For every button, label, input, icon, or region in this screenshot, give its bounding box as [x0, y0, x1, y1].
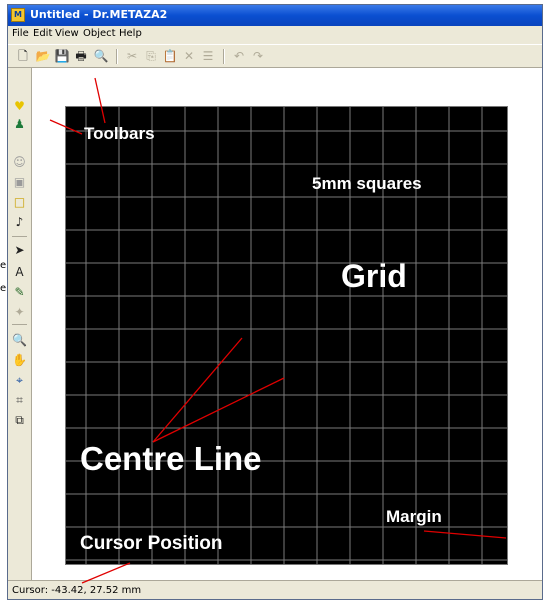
layers-icon[interactable]: ⧉	[11, 412, 28, 429]
print-icon[interactable]: 🖶	[72, 48, 90, 65]
delete-icon[interactable]: ✕	[180, 48, 198, 65]
edge-text-fragment: e	[0, 283, 7, 293]
music-note-icon[interactable]: ♪	[11, 214, 28, 231]
menu-view[interactable]: View	[55, 28, 79, 39]
hand-pan-icon[interactable]: ✋	[11, 352, 28, 369]
menu-edit[interactable]: Edit	[33, 28, 52, 39]
print-preview-icon[interactable]: 🔍	[92, 48, 110, 65]
toolbar-separator	[116, 49, 118, 64]
node-tool-icon[interactable]: ✦	[11, 304, 28, 321]
pen-tool-icon[interactable]: ✎	[11, 284, 28, 301]
centre-line-annotation: Centre Line	[80, 440, 262, 477]
properties-icon[interactable]: ☰	[199, 48, 217, 65]
text-tool-icon[interactable]: A	[11, 264, 28, 281]
grid-annotation: Grid	[341, 258, 407, 294]
rectangle-icon[interactable]: □	[11, 194, 28, 211]
drawing-grid[interactable]	[65, 106, 508, 565]
menu-object[interactable]: Object	[83, 28, 116, 39]
toolbar-separator	[12, 324, 27, 325]
select-arrow-icon[interactable]: ➤	[11, 242, 28, 259]
zoom-icon[interactable]: 🔍	[11, 332, 28, 349]
tools-toolbar: ♥ ♟ ☺ ▣ □ ♪ ➤ A ✎ ✦ 🔍 ✋ ⌖ ⌗ ⧉	[8, 68, 32, 580]
users-icon[interactable]: ♟	[11, 116, 28, 133]
grid-lines	[66, 107, 507, 564]
edge-text-fragment: e	[0, 260, 7, 270]
copy-icon[interactable]: ⎘	[142, 48, 160, 65]
toolbars-annotation: Toolbars	[84, 124, 155, 143]
menu-file[interactable]: File	[12, 28, 29, 39]
window-title: Untitled - Dr.METAZA2	[30, 8, 168, 21]
image-icon[interactable]: ▣	[11, 174, 28, 191]
open-folder-icon[interactable]: 📂	[34, 48, 52, 65]
squares-annotation: 5mm squares	[312, 174, 422, 193]
status-bar: Cursor: -43.42, 27.52 mm	[8, 580, 542, 599]
title-bar[interactable]: M Untitled - Dr.METAZA2	[8, 5, 542, 26]
cursor-position-annotation: Cursor Position	[80, 533, 223, 554]
fit-page-icon[interactable]: ⌖	[11, 372, 28, 389]
redo-icon[interactable]: ↷	[249, 48, 267, 65]
toolbar-separator	[223, 49, 225, 64]
save-icon[interactable]: 💾	[53, 48, 71, 65]
grid-snap-icon[interactable]: ⌗	[11, 392, 28, 409]
menu-help[interactable]: Help	[119, 28, 142, 39]
heart-icon[interactable]: ♥	[11, 98, 28, 115]
paste-icon[interactable]: 📋	[161, 48, 179, 65]
main-toolbar: 🗋 📂 💾 🖶 🔍 ✂ ⎘ 📋 ✕ ☰ ↶ ↷	[8, 44, 542, 68]
margin-annotation: Margin	[386, 507, 442, 526]
menu-bar: File Edit View Object Help	[8, 26, 542, 44]
undo-icon[interactable]: ↶	[230, 48, 248, 65]
cursor-position-readout: Cursor: -43.42, 27.52 mm	[12, 585, 142, 596]
toolbar-separator	[12, 236, 27, 237]
metaza-app-icon: M	[11, 8, 25, 22]
new-file-icon[interactable]: 🗋	[14, 48, 32, 65]
person-icon[interactable]: ☺	[11, 154, 28, 171]
cut-icon[interactable]: ✂	[123, 48, 141, 65]
